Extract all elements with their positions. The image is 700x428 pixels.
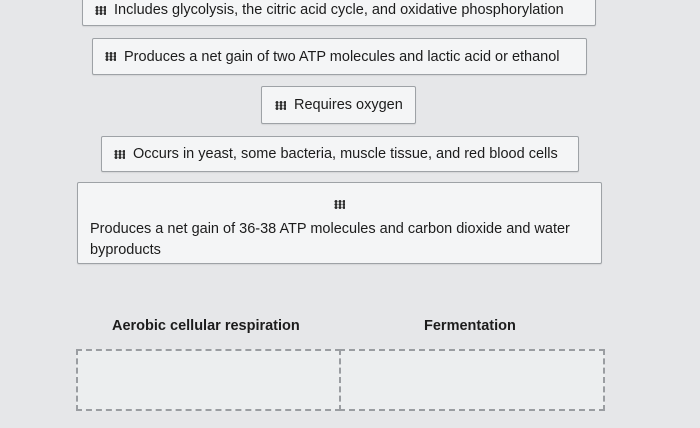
card-text: Occurs in yeast, some bacteria, muscle t…: [133, 146, 558, 162]
card-text: Produces a net gain of two ATP molecules…: [124, 48, 560, 65]
drop-zone-label-aerobic: Aerobic cellular respiration: [112, 318, 300, 334]
draggable-card[interactable]: Produces a net gain of two ATP molecules…: [92, 38, 587, 75]
drag-handle-icon[interactable]: [95, 5, 106, 15]
draggable-card[interactable]: Occurs in yeast, some bacteria, muscle t…: [101, 136, 579, 172]
draggable-card[interactable]: Includes glycolysis, the citric acid cyc…: [82, 0, 596, 26]
drag-handle-icon[interactable]: [275, 100, 286, 110]
draggable-card[interactable]: Produces a net gain of 36-38 ATP molecul…: [77, 182, 602, 264]
drag-handle-icon[interactable]: [114, 149, 125, 159]
card-text: Produces a net gain of 36-38 ATP molecul…: [90, 221, 570, 258]
drag-handle-icon[interactable]: [105, 52, 116, 61]
card-text: Includes glycolysis, the citric acid cyc…: [114, 2, 564, 18]
card-text: Requires oxygen: [294, 97, 403, 113]
drop-zone-label-fermentation: Fermentation: [424, 318, 516, 334]
drag-handle-icon[interactable]: [334, 200, 345, 209]
drop-zone-aerobic[interactable]: [76, 349, 341, 411]
drop-zone-fermentation[interactable]: [339, 349, 605, 411]
draggable-card[interactable]: Requires oxygen: [261, 86, 416, 124]
